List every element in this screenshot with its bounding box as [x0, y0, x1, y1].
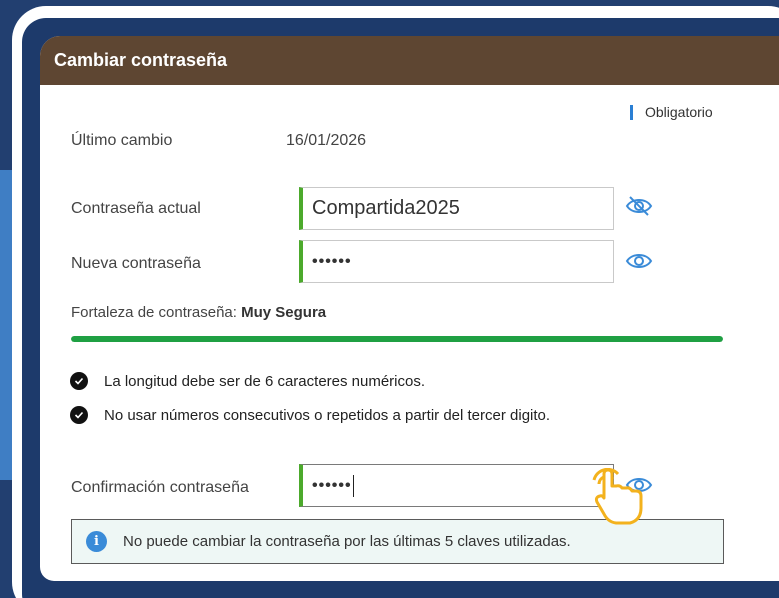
new-password-input[interactable]: •••••• [299, 240, 614, 283]
confirm-password-input[interactable]: •••••• [299, 464, 614, 507]
required-note: Obligatorio [630, 104, 713, 120]
info-text: No puede cambiar la contraseña por las ú… [123, 533, 571, 550]
text-caret [352, 474, 354, 497]
new-password-label: Nueva contraseña [71, 255, 201, 272]
strength-bar-fill [71, 336, 723, 342]
card-title: Cambiar contraseña [54, 50, 228, 70]
current-password-value: Compartida2025 [312, 197, 460, 219]
rule-text: La longitud debe ser de 6 caracteres num… [104, 372, 426, 390]
check-circle-icon [70, 372, 88, 390]
rule-text: No usar números consecutivos o repetidos… [104, 406, 551, 424]
eye-icon[interactable] [624, 248, 654, 272]
rule-item: No usar números consecutivos o repetidos… [70, 406, 550, 424]
last-change-label: Último cambio [71, 132, 173, 149]
current-password-label: Contraseña actual [71, 200, 201, 217]
current-password-input[interactable]: Compartida2025 [299, 187, 614, 230]
pointing-hand-icon [592, 468, 643, 525]
check-circle-icon [70, 406, 88, 424]
required-marker [630, 104, 633, 120]
eye-slash-icon[interactable] [624, 194, 654, 218]
confirm-password-label: Confirmación contraseña [71, 479, 249, 496]
info-icon: i [86, 531, 107, 552]
change-password-card: Cambiar contraseña Obligatorio Último ca… [40, 36, 779, 581]
strength-line: Fortaleza de contraseña: Muy Segura [71, 304, 326, 321]
strength-value: Muy Segura [241, 304, 327, 321]
new-password-value: •••••• [312, 252, 352, 270]
strength-bar [71, 336, 723, 342]
confirm-password-value: •••••• [312, 476, 352, 494]
strength-label: Fortaleza de contraseña: [71, 304, 237, 321]
required-label: Obligatorio [645, 104, 713, 120]
last-change-value: 16/01/2026 [286, 132, 367, 149]
rule-item: La longitud debe ser de 6 caracteres num… [70, 372, 425, 390]
card-header: Cambiar contraseña [40, 36, 779, 85]
